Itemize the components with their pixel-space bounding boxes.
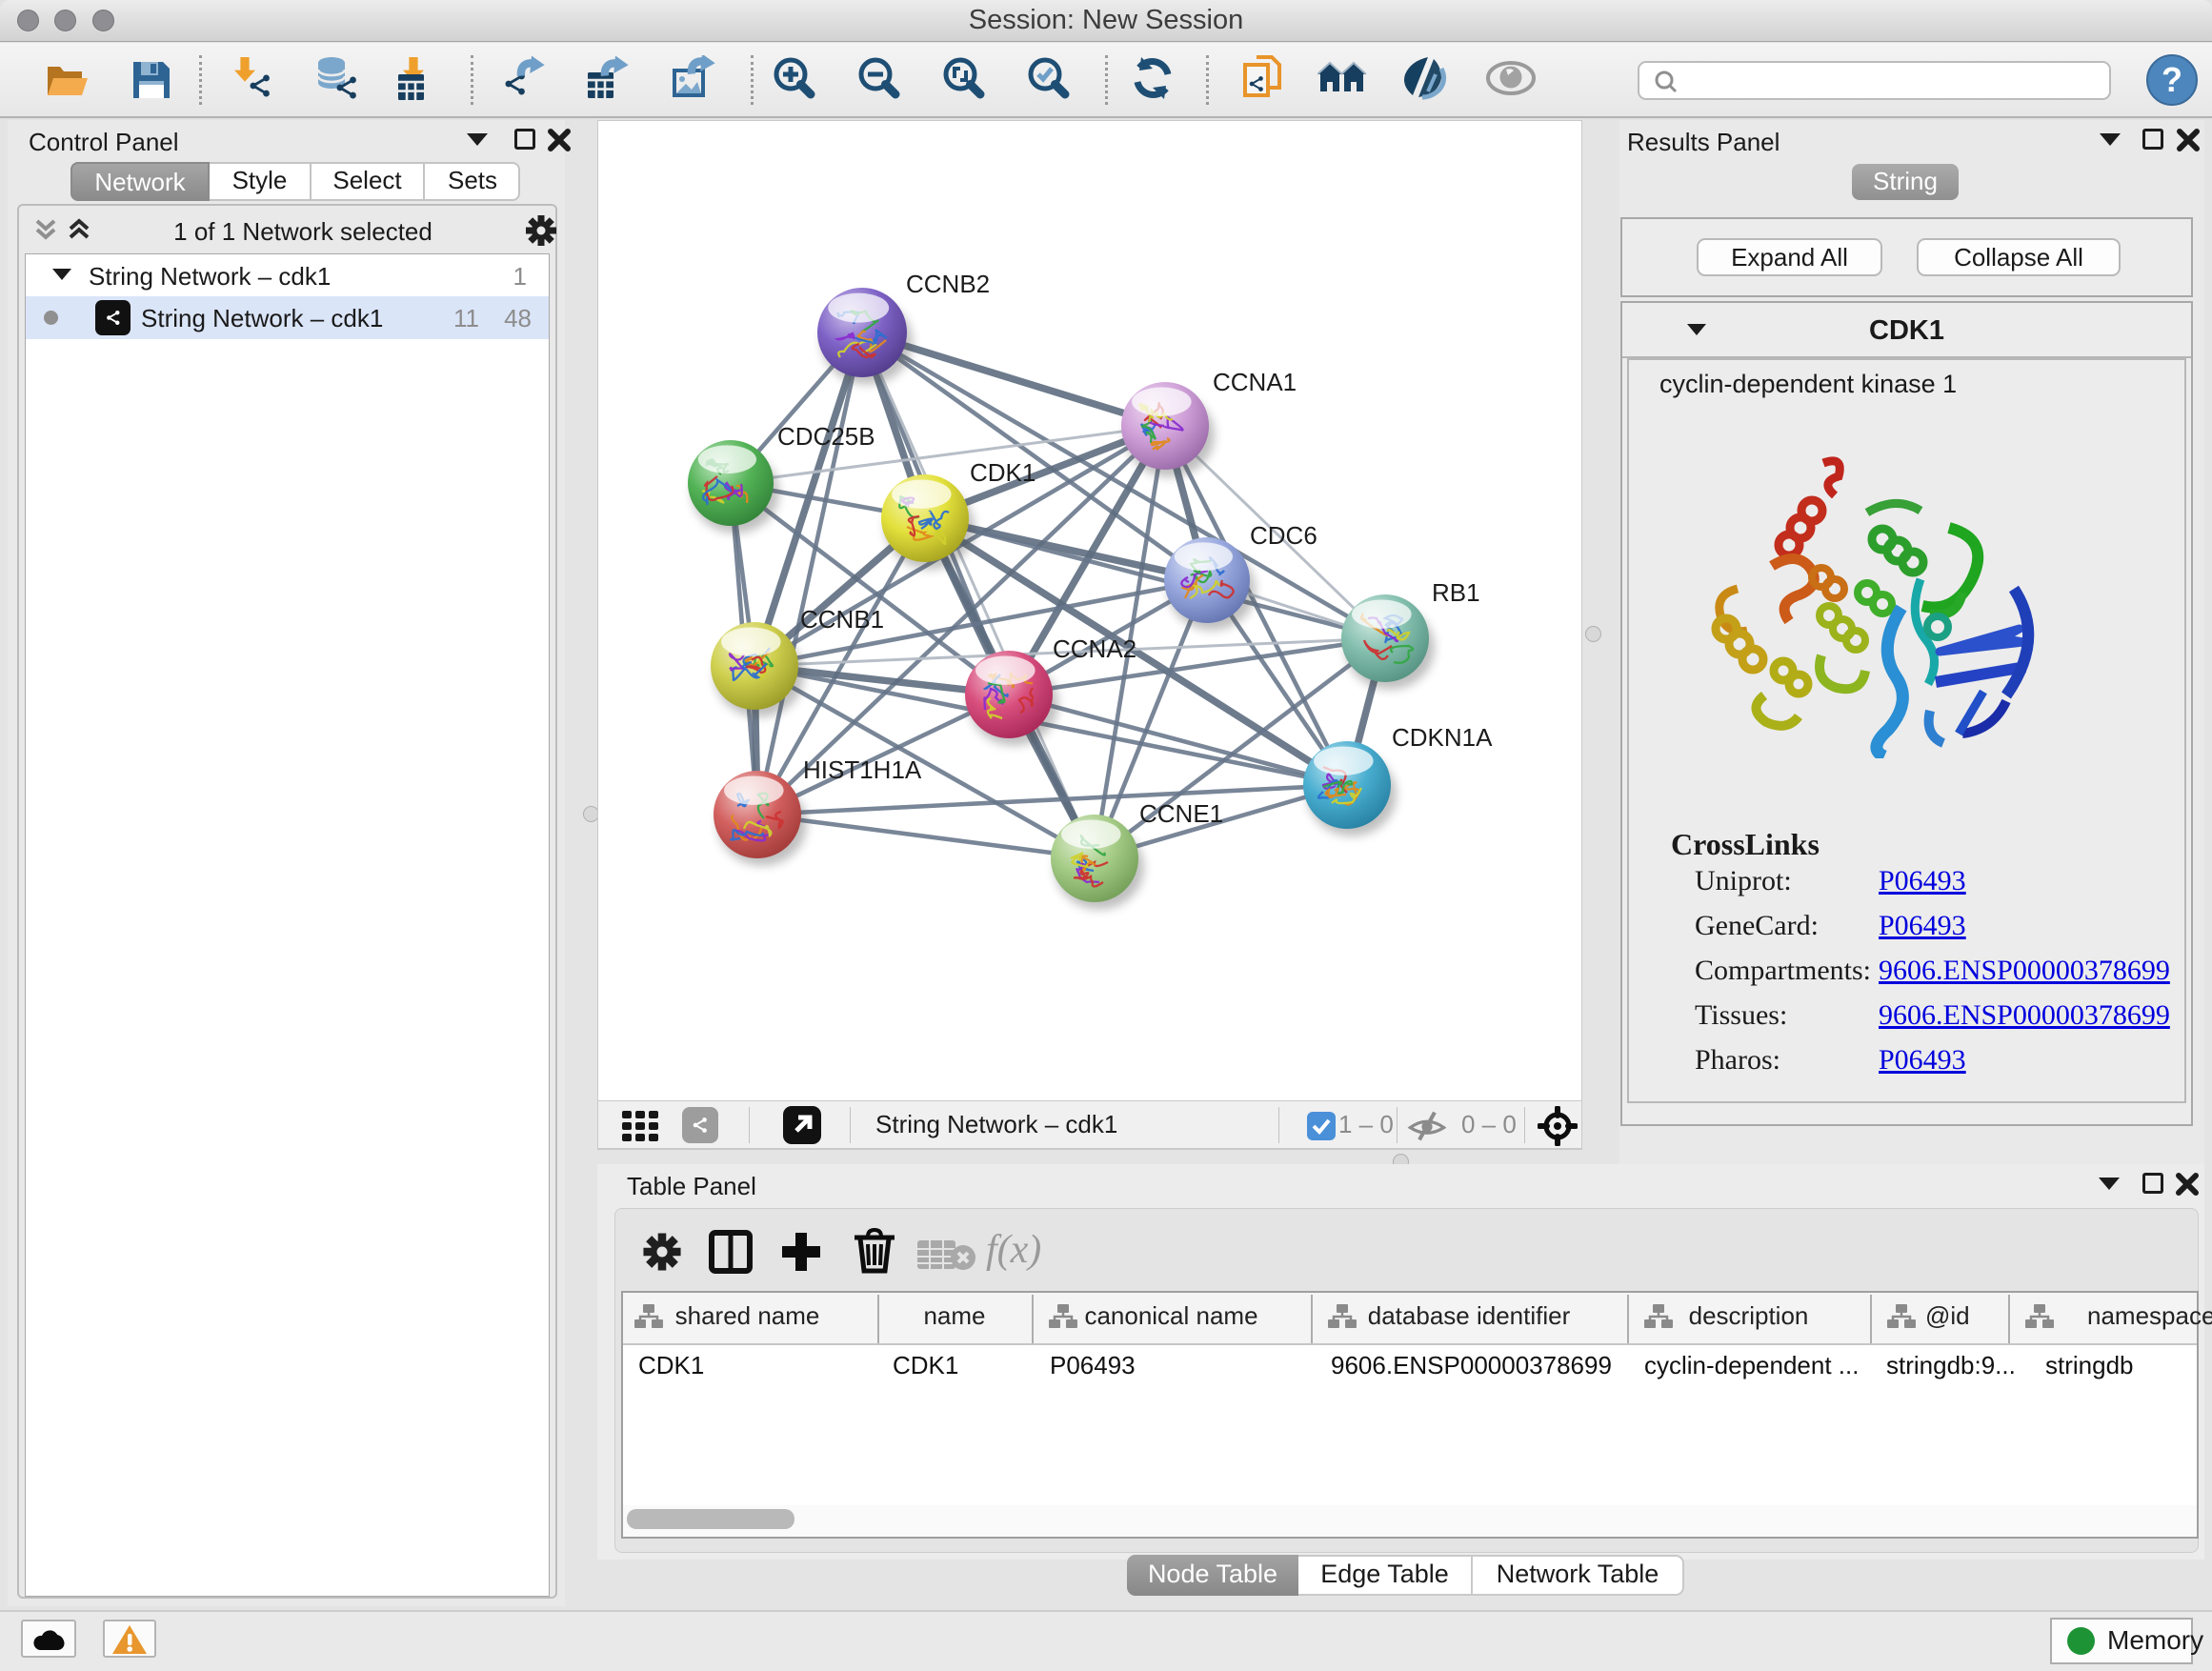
svg-text:HIST1H1A: HIST1H1A <box>803 755 922 784</box>
svg-text:CCNB1: CCNB1 <box>800 605 884 634</box>
svg-text:CCNA1: CCNA1 <box>1213 368 1297 396</box>
svg-text:CCNE1: CCNE1 <box>1139 799 1223 828</box>
svg-text:RB1: RB1 <box>1432 578 1480 607</box>
svg-text:CDC25B: CDC25B <box>777 422 875 451</box>
svg-text:CDC6: CDC6 <box>1250 521 1317 550</box>
svg-text:CCNA2: CCNA2 <box>1053 634 1136 663</box>
svg-text:CDK1: CDK1 <box>970 458 1036 487</box>
svg-text:CCNB2: CCNB2 <box>906 270 990 298</box>
svg-text:?: ? <box>2162 60 2182 99</box>
svg-text:CDKN1A: CDKN1A <box>1392 723 1493 752</box>
